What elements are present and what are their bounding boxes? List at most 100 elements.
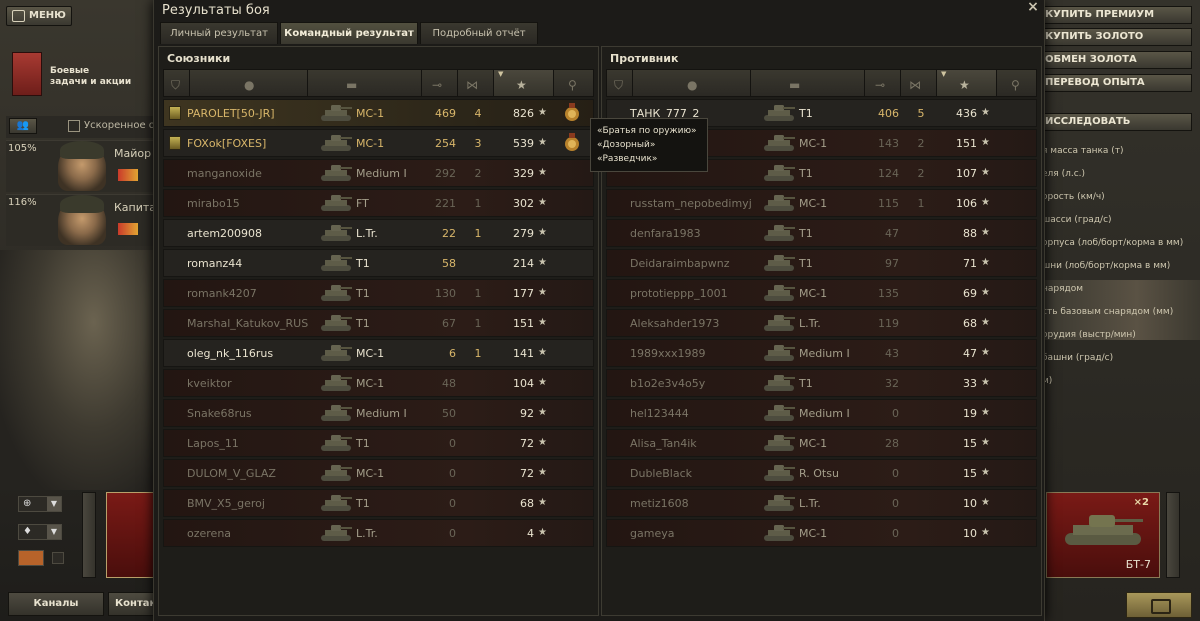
kills-icon: ⋈ xyxy=(909,78,921,92)
table-row[interactable]: Aleksahder1973 L.Tr. 119 68 ★ xyxy=(606,309,1037,337)
tank-card-selected[interactable]: ×2 БТ-7 xyxy=(1046,492,1160,578)
table-row[interactable]: hel123444 Medium I 0 19 ★ xyxy=(606,399,1037,427)
crew-member-2[interactable]: 116% Капитан xyxy=(6,194,163,246)
tab-personal[interactable]: Личный результат xyxy=(160,22,278,44)
allies-title: Союзники xyxy=(167,52,231,65)
achievement-medal-icon[interactable] xyxy=(562,132,582,154)
star-icon: ★ xyxy=(538,197,547,208)
star-icon: ★ xyxy=(981,527,990,538)
xp-value: 4 xyxy=(527,527,534,540)
table-row[interactable]: kveiktor MC-1 48 104 ★ xyxy=(163,369,594,397)
damage-value: 50 xyxy=(442,407,456,420)
table-row[interactable]: PAROLET[50-JR] MC-1 469 4 826 ★ xyxy=(163,99,594,127)
table-row[interactable]: DubleBlack R. Otsu 0 15 ★ xyxy=(606,459,1037,487)
table-row[interactable]: ozerena L.Tr. 0 4 ★ xyxy=(163,519,594,547)
achievement-medal-icon[interactable] xyxy=(562,102,582,124)
filter-checkbox[interactable] xyxy=(52,552,64,564)
table-row[interactable]: artem200908 L.Tr. 22 1 279 ★ xyxy=(163,219,594,247)
crew-icon-button[interactable]: 👥 xyxy=(9,118,37,134)
col-xp-sorted[interactable]: ▼ ★ xyxy=(937,70,997,96)
tab-team[interactable]: Командный результат xyxy=(280,22,418,44)
tank-param-label: я масса танка (т) xyxy=(1042,146,1124,156)
tank-card-left[interactable] xyxy=(106,492,156,578)
table-row[interactable]: Deidaraimbapwnz T1 97 71 ★ xyxy=(606,249,1037,277)
carousel-left-arrow[interactable] xyxy=(82,492,96,578)
star-icon: ★ xyxy=(981,437,990,448)
vehicle-name: R. Otsu xyxy=(799,467,839,480)
convert-xp-button[interactable]: ПЕРЕВОД ОПЫТА xyxy=(1042,74,1192,92)
kills-value: 2 xyxy=(917,137,925,150)
table-row[interactable]: metiz1608 L.Tr. 0 10 ★ xyxy=(606,489,1037,517)
table-row[interactable]: BMV_X5_geroj T1 0 68 ★ xyxy=(163,489,594,517)
type-filter-select[interactable]: ♦ ▼ xyxy=(18,524,62,540)
table-row[interactable]: denfara1983 T1 47 88 ★ xyxy=(606,219,1037,247)
player-name: gameya xyxy=(630,527,675,540)
table-row[interactable]: mirabo15 FT 221 1 302 ★ xyxy=(163,189,594,217)
col-damage[interactable]: ⊸ xyxy=(865,70,901,96)
table-row[interactable]: manganoxide Medium I 292 2 329 ★ xyxy=(163,159,594,187)
damage-value: 6 xyxy=(449,347,456,360)
damage-value: 47 xyxy=(885,227,899,240)
col-kills[interactable]: ⋈ xyxy=(458,70,494,96)
research-button[interactable]: ИССЛЕДОВАТЬ xyxy=(1042,113,1192,131)
nation-filter-select[interactable]: ⊕ ▼ xyxy=(18,496,62,512)
table-row[interactable]: romank4207 T1 130 1 177 ★ xyxy=(163,279,594,307)
col-player[interactable]: ● xyxy=(633,70,751,96)
dialog-title: Результаты боя xyxy=(162,3,270,18)
x2-bonus-badge: ×2 xyxy=(1133,497,1149,508)
crew-member-1[interactable]: 105% Майор К xyxy=(6,140,162,192)
player-name: Aleksahder1973 xyxy=(630,317,720,330)
xp-value: 19 xyxy=(963,407,977,420)
buy-gold-button[interactable]: КУПИТЬ ЗОЛОТО xyxy=(1042,28,1192,46)
xp-value: 302 xyxy=(513,197,534,210)
accelerated-checkbox[interactable] xyxy=(68,120,80,132)
damage-value: 22 xyxy=(442,227,456,240)
table-row[interactable]: romanz44 T1 58 214 ★ xyxy=(163,249,594,277)
table-row[interactable]: b1o2e3v4o5y T1 32 33 ★ xyxy=(606,369,1037,397)
table-row[interactable]: russtam_nepobedimyj MC-1 115 1 106 ★ xyxy=(606,189,1037,217)
col-kills[interactable]: ⋈ xyxy=(901,70,937,96)
contacts-button[interactable]: Контакты xyxy=(108,592,156,616)
col-damage[interactable]: ⊸ xyxy=(422,70,458,96)
table-row[interactable]: gameya MC-1 0 10 ★ xyxy=(606,519,1037,547)
table-row[interactable]: oleg_nk_116rus MC-1 6 1 141 ★ xyxy=(163,339,594,367)
carousel-right-arrow[interactable] xyxy=(1166,492,1180,578)
buy-premium-button[interactable]: КУПИТЬ ПРЕМИУМ xyxy=(1042,6,1192,24)
table-row[interactable]: Lapos_11 T1 0 72 ★ xyxy=(163,429,594,457)
table-row[interactable]: prototieppp_1001 MC-1 135 69 ★ xyxy=(606,279,1037,307)
missions-button[interactable]: Боевые задачи и акции xyxy=(12,52,150,98)
enemies-table-header: ⛉ ● ▬ ⊸ ⋈ ▼ ★ ⚲ xyxy=(606,69,1037,97)
table-row[interactable]: Snake68rus Medium I 50 92 ★ xyxy=(163,399,594,427)
achievements-tooltip: «Братья по оружию» «Дозорный» «Разведчик… xyxy=(590,118,708,172)
tab-detailed[interactable]: Подробный отчёт xyxy=(420,22,538,44)
table-row[interactable]: DULOM_V_GLAZ MC-1 0 72 ★ xyxy=(163,459,594,487)
exchange-gold-button[interactable]: ОБМЕН ЗОЛОТА xyxy=(1042,51,1192,69)
ammo-filter-button[interactable] xyxy=(18,550,44,566)
col-squad[interactable]: ⛉ xyxy=(607,70,633,96)
player-name: Marshal_Katukov_RUS xyxy=(187,317,309,330)
channels-button[interactable]: Каналы xyxy=(8,592,104,616)
chat-button[interactable] xyxy=(1126,592,1192,618)
table-row[interactable]: Marshal_Katukov_RUS T1 67 1 151 ★ xyxy=(163,309,594,337)
menu-button[interactable]: МЕНЮ xyxy=(6,6,72,26)
col-vehicle[interactable]: ▬ xyxy=(308,70,422,96)
player-name: ozerena xyxy=(187,527,232,540)
player-name: DubleBlack xyxy=(630,467,693,480)
vehicle-name: MC-1 xyxy=(799,197,828,210)
table-row[interactable]: 1989xxx1989 Medium I 43 47 ★ xyxy=(606,339,1037,367)
kills-value: 1 xyxy=(474,347,482,360)
player-name: 1989xxx1989 xyxy=(630,347,706,360)
close-icon[interactable]: × xyxy=(1026,0,1040,14)
tank-icon xyxy=(318,312,354,334)
col-vehicle[interactable]: ▬ xyxy=(751,70,865,96)
col-squad[interactable]: ⛉ xyxy=(164,70,190,96)
table-row[interactable]: Alisa_Tan4ik MC-1 28 15 ★ xyxy=(606,429,1037,457)
col-achievements[interactable]: ⚲ xyxy=(554,70,594,96)
col-player[interactable]: ● xyxy=(190,70,308,96)
vehicle-name: MC-1 xyxy=(799,287,828,300)
col-xp-sorted[interactable]: ▼ ★ xyxy=(494,70,554,96)
table-row[interactable]: FOXok[FOXES] MC-1 254 3 539 ★ xyxy=(163,129,594,157)
xp-value: 214 xyxy=(513,257,534,270)
star-icon: ★ xyxy=(538,527,547,538)
col-achievements[interactable]: ⚲ xyxy=(997,70,1037,96)
